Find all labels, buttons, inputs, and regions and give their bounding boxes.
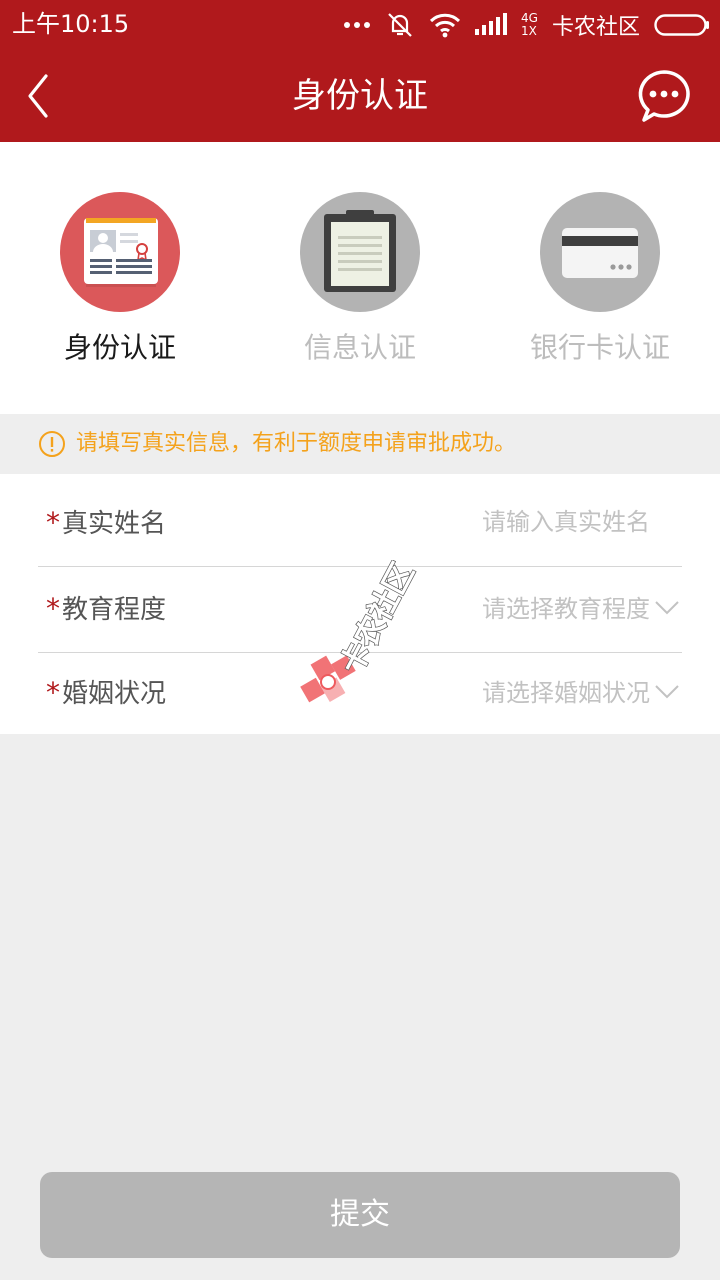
status-icons: 4G 1X 卡农社区 — [343, 8, 710, 42]
education-label-text: 教育程度 — [62, 595, 167, 625]
education-label: *教育程度 — [46, 566, 166, 652]
status-time: 上午10:15 — [12, 10, 130, 38]
form-row-marital[interactable]: *婚姻状况 请选择婚姻状况 — [38, 650, 682, 736]
step-bank-card-badge — [540, 192, 660, 312]
id-card-icon — [84, 218, 158, 287]
auth-steps: 身份认证 信息认证 银行卡认证 — [0, 142, 720, 414]
carrier-name: 卡农社区 — [551, 15, 640, 40]
alert-circle-icon — [39, 431, 65, 457]
step-identity-label: 身份认证 — [63, 331, 176, 364]
step-bank-card[interactable]: 银行卡认证 — [480, 192, 720, 366]
education-select[interactable]: 请选择教育程度 — [482, 566, 650, 652]
more-dots-icon — [344, 22, 371, 28]
chat-bubble-icon — [638, 70, 690, 122]
notice-banner: 请填写真实信息，有利于额度申请审批成功。 — [0, 414, 720, 474]
name-label-text: 真实姓名 — [62, 509, 167, 539]
clipboard-icon — [324, 210, 396, 292]
real-name-input[interactable] — [310, 502, 650, 542]
network-type: 4G 1X — [521, 12, 538, 38]
chevron-down-icon — [655, 685, 679, 699]
required-mark: * — [46, 676, 60, 709]
mute-bell-icon — [388, 13, 412, 37]
marital-select[interactable]: 请选择婚姻状况 — [482, 650, 650, 736]
form-row-education[interactable]: *教育程度 请选择教育程度 — [38, 566, 682, 653]
status-bar: 上午10:15 4G 1X 卡农社区 — [0, 0, 720, 50]
step-info-label: 信息认证 — [303, 331, 416, 364]
required-mark: * — [46, 592, 60, 625]
back-button[interactable] — [18, 70, 62, 122]
bank-card-icon — [562, 228, 638, 278]
battery-icon — [654, 14, 709, 36]
required-mark: * — [46, 506, 60, 539]
chevron-left-icon — [28, 74, 48, 118]
submit-button[interactable]: 提交 — [40, 1172, 680, 1258]
name-label: *真实姓名 — [46, 480, 166, 566]
notice-text: 请填写真实信息，有利于额度申请审批成功。 — [76, 431, 517, 456]
step-identity[interactable]: 身份认证 — [0, 192, 240, 366]
marital-label: *婚姻状况 — [46, 650, 166, 736]
wifi-icon — [429, 13, 461, 38]
marital-label-text: 婚姻状况 — [62, 679, 167, 709]
network-1x-label: 1X — [521, 24, 537, 38]
step-info[interactable]: 信息认证 — [240, 192, 480, 366]
identity-form: *真实姓名 *教育程度 请选择教育程度 *婚姻状况 请选择婚姻状况 — [0, 474, 720, 734]
step-bank-card-label: 银行卡认证 — [529, 331, 670, 364]
chevron-down-icon — [655, 601, 679, 615]
signal-icon — [475, 13, 508, 35]
form-row-name: *真实姓名 — [38, 480, 682, 567]
chat-button[interactable] — [636, 68, 692, 124]
step-info-badge — [300, 192, 420, 312]
page-title: 身份认证 — [292, 76, 428, 116]
step-identity-badge — [60, 192, 180, 312]
nav-bar: 身份认证 — [0, 50, 720, 142]
